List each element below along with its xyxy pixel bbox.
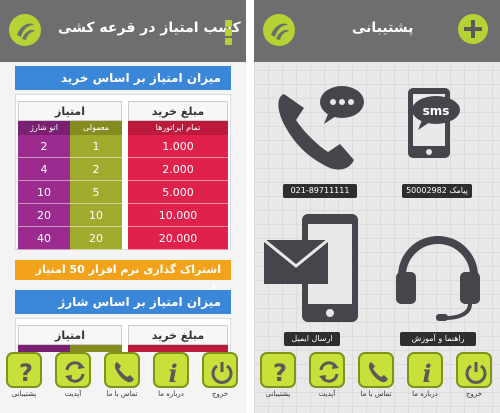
purchase-sub: تمام اپراتورها — [128, 121, 228, 135]
points-table-card: امتیاز اتو شارژ معمولی 21 42 10 5 20 10 40… — [15, 94, 231, 250]
normal-points-cell: 5 — [70, 181, 122, 204]
refresh-icon — [55, 352, 91, 388]
section-heading-wimax: میزان امتیاز بر اساس شارژ وایمکس — [15, 290, 231, 333]
headset-icon — [396, 236, 480, 321]
info-icon: i — [407, 352, 443, 388]
svg-text:i: i — [422, 359, 431, 386]
call-caption: 021-89711111 — [283, 184, 357, 198]
nav-exit-button[interactable]: خروج — [200, 352, 240, 402]
points-screen: کسب امتیاز در قرعه کشی میزان امتیاز بر ا… — [0, 0, 246, 413]
points-column: امتیاز اتو شارژ معمولی 21 42 10 5 20 10 40… — [18, 101, 122, 250]
guide-caption: راهنما و آموزش — [400, 332, 476, 346]
svg-text:?: ? — [19, 359, 33, 386]
power-icon — [456, 352, 492, 388]
table-row: 21 — [18, 135, 122, 158]
table-row: 40 20 — [18, 227, 122, 250]
nav-support-button[interactable]: ? پشتیبانی — [258, 352, 298, 402]
nav-update-button[interactable]: آپدیت — [53, 352, 93, 402]
phone-icon — [358, 352, 394, 388]
nav-support-button[interactable]: ? پشتیبانی — [4, 352, 44, 402]
amount-cell: 5.000 — [128, 181, 228, 204]
table-row: 10.000 — [128, 204, 228, 227]
section-heading-purchase: میزان امتیاز بر اساس خرید — [15, 66, 231, 90]
nav-about-button[interactable]: i درباره ما — [151, 352, 191, 402]
app-bar: پشتیبانی — [254, 0, 500, 62]
sms-icon: sms — [408, 88, 460, 158]
amount-cell: 20.000 — [128, 227, 228, 250]
auto-points-cell: 4 — [18, 158, 70, 181]
svg-text:sms: sms — [423, 104, 450, 118]
table-row: 5.000 — [128, 181, 228, 204]
add-icon[interactable] — [458, 14, 488, 44]
phone-icon — [278, 86, 364, 170]
app-logo-icon — [262, 13, 296, 47]
sms-caption: پیامک 50002982 — [402, 184, 472, 198]
auto-points-cell: 40 — [18, 227, 70, 250]
wimax-table-card: امتیاز مبلغ خرید — [15, 318, 231, 352]
points-header: امتیاز — [18, 101, 122, 121]
purchase-header: مبلغ خرید — [128, 101, 228, 121]
info-icon: i — [153, 352, 189, 388]
support-screen: پشتیبانی 021-89711111 sms پیامک 50002982 — [254, 0, 500, 413]
overflow-menu-icon[interactable] — [225, 20, 233, 45]
amount-cell: 2.000 — [128, 158, 228, 181]
purchase-column: مبلغ خرید تمام اپراتورها 1.000 2.000 5.0… — [128, 101, 228, 250]
share-bonus-banner[interactable]: اشتراک گذاری نرم افزار 50 امتیاز دارد — [15, 260, 231, 296]
page-title: پشتیبانی — [352, 20, 414, 36]
table-row: 20.000 — [128, 227, 228, 250]
wimax-points-header: امتیاز — [18, 325, 122, 345]
bottom-nav: ? پشتیبانی آپدیت تماس با ما i درباره ما — [0, 352, 246, 402]
app-bar: کسب امتیاز در قرعه کشی — [0, 0, 246, 62]
auto-points-cell: 10 — [18, 181, 70, 204]
table-row: 42 — [18, 158, 122, 181]
auto-points-cell: 2 — [18, 135, 70, 158]
table-row: 20 10 — [18, 204, 122, 227]
nav-exit-button[interactable]: خروج — [454, 352, 494, 402]
page-title: کسب امتیاز در قرعه کشی — [58, 20, 241, 36]
nav-about-button[interactable]: i درباره ما — [405, 352, 445, 402]
table-row: 1.000 — [128, 135, 228, 158]
email-caption: ارسال ایمیل — [284, 332, 340, 346]
normal-points-cell: 20 — [70, 227, 122, 250]
points-sub-auto: اتو شارژ — [18, 121, 70, 135]
nav-update-button[interactable]: آپدیت — [307, 352, 347, 402]
question-icon: ? — [6, 352, 42, 388]
normal-points-cell: 2 — [70, 158, 122, 181]
points-sub-normal: معمولی — [70, 121, 122, 135]
table-row: 2.000 — [128, 158, 228, 181]
call-tile[interactable]: 021-89711111 — [270, 80, 370, 200]
normal-points-cell: 10 — [70, 204, 122, 227]
power-icon — [202, 352, 238, 388]
refresh-icon — [309, 352, 345, 388]
app-logo-icon — [8, 13, 42, 47]
amount-cell: 1.000 — [128, 135, 228, 158]
bottom-nav: ? پشتیبانی آپدیت تماس با ما i درباره ما — [254, 352, 500, 402]
normal-points-cell: 1 — [70, 135, 122, 158]
table-row: 10 5 — [18, 181, 122, 204]
nav-contact-button[interactable]: تماس با ما — [102, 352, 142, 402]
email-icon — [263, 214, 358, 322]
phone-icon — [104, 352, 140, 388]
svg-text:i: i — [168, 359, 177, 386]
amount-cell: 10.000 — [128, 204, 228, 227]
question-icon: ? — [260, 352, 296, 388]
points-content[interactable]: میزان امتیاز بر اساس خرید امتیاز اتو شار… — [15, 62, 231, 352]
guide-tile[interactable]: راهنما و آموزش — [392, 222, 484, 348]
sms-tile[interactable]: sms پیامک 50002982 — [384, 80, 484, 200]
wimax-purchase-header: مبلغ خرید — [128, 325, 228, 345]
nav-contact-button[interactable]: تماس با ما — [356, 352, 396, 402]
email-tile[interactable]: ارسال ایمیل — [260, 212, 370, 348]
svg-text:?: ? — [273, 359, 287, 386]
auto-points-cell: 20 — [18, 204, 70, 227]
